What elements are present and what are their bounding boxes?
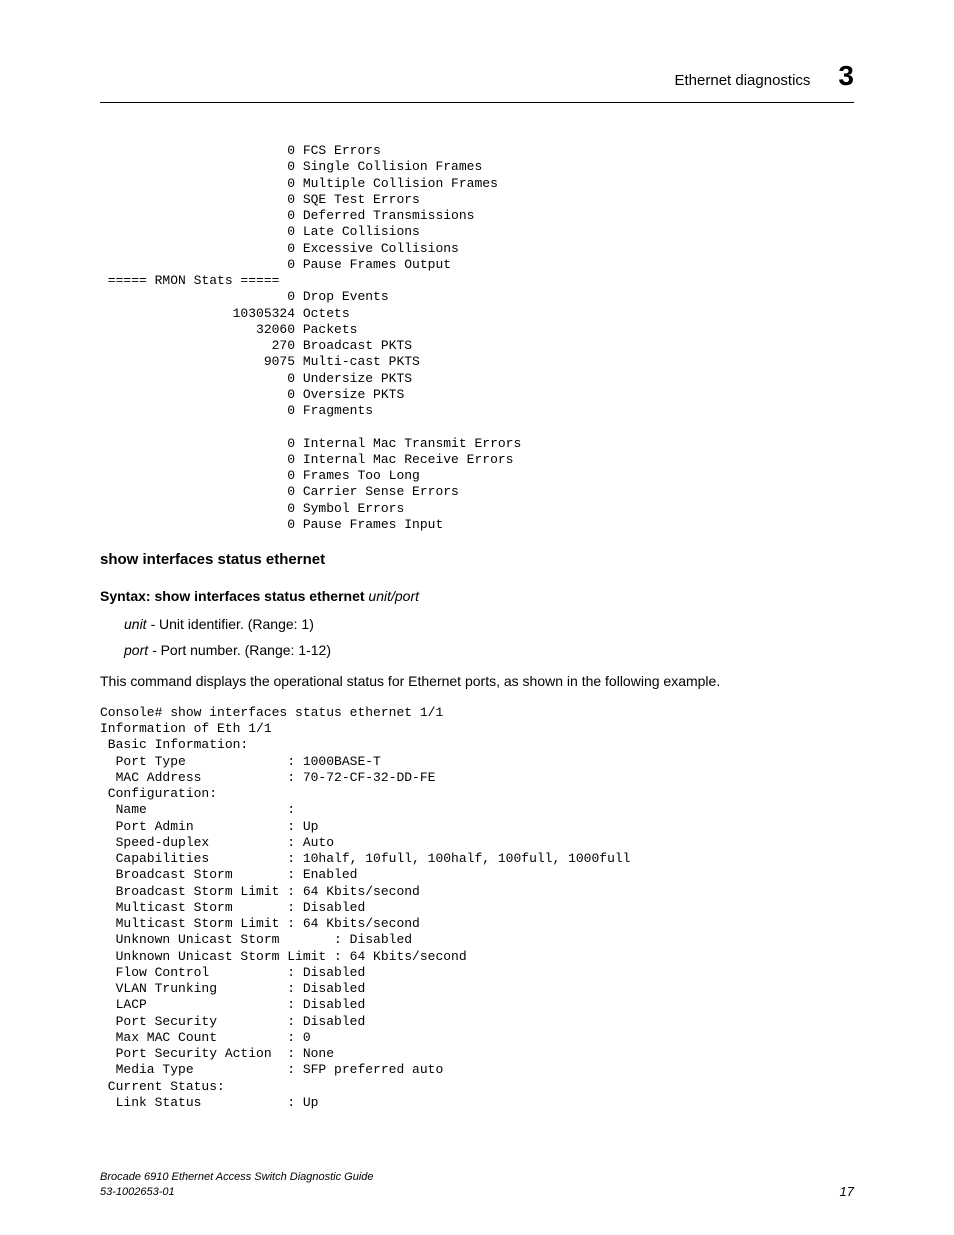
param-port-name: port -: [124, 642, 157, 658]
syntax-command: show interfaces status ethernet: [154, 588, 364, 604]
syntax-argument: unit/port: [368, 588, 419, 604]
syntax-label: Syntax:: [100, 588, 151, 604]
page-header: Ethernet diagnostics 3: [100, 60, 854, 92]
param-unit-desc: Unit identifier. (Range: 1): [159, 616, 314, 632]
body-paragraph: This command displays the operational st…: [100, 672, 854, 691]
code-block-counters: 0 FCS Errors 0 Single Collision Frames 0…: [100, 143, 854, 533]
param-unit-name: unit -: [124, 616, 155, 632]
param-unit: unit - Unit identifier. (Range: 1): [124, 616, 854, 632]
footer-left: Brocade 6910 Ethernet Access Switch Diag…: [100, 1170, 374, 1199]
header-rule: [100, 102, 854, 103]
header-section-title: Ethernet diagnostics: [675, 72, 811, 89]
chapter-number: 3: [838, 60, 854, 92]
footer-doc-title: Brocade 6910 Ethernet Access Switch Diag…: [100, 1170, 374, 1184]
footer-doc-number: 53-1002653-01: [100, 1185, 374, 1199]
param-port: port - Port number. (Range: 1-12): [124, 642, 854, 658]
footer-page-number: 17: [840, 1184, 854, 1199]
code-block-status: Console# show interfaces status ethernet…: [100, 705, 854, 1111]
page-footer: Brocade 6910 Ethernet Access Switch Diag…: [100, 1170, 854, 1199]
command-subheading: show interfaces status ethernet: [100, 551, 854, 568]
page: Ethernet diagnostics 3 0 FCS Errors 0 Si…: [0, 0, 954, 1235]
syntax-line: Syntax: show interfaces status ethernet …: [100, 588, 854, 604]
param-port-desc: Port number. (Range: 1-12): [161, 642, 331, 658]
